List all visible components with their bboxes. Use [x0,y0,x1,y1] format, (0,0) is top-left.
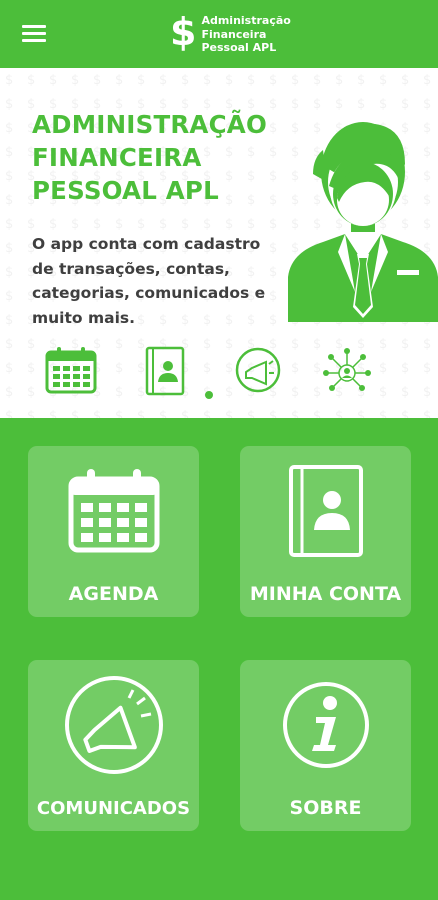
megaphone-icon [64,676,163,774]
dollar-logo-icon: $ [170,10,197,54]
megaphone-icon [235,347,281,393]
hero-title: ADMINISTRAÇÃO FINANCEIRA PESSOAL APL [32,108,267,207]
businessman-icon [288,122,438,322]
agenda-button[interactable]: AGENDA [28,446,199,617]
logo-line-2: Financeira [201,27,267,41]
hero-description: O app conta com cadastro de transações, … [32,235,266,327]
comunicados-button[interactable]: COMUNICADOS [28,660,199,831]
app-header: $ Administração Financeira Pessoal APL [0,0,438,68]
info-icon [282,682,369,768]
calendar-icon [68,469,159,553]
sobre-button[interactable]: SOBRE [240,660,411,831]
agenda-label: AGENDA [68,583,159,605]
logo-line-3: Pessoal APL [201,41,277,54]
minha-conta-button[interactable]: MINHA CONTA [240,446,411,617]
comunicados-label: COMUNICADOS [36,798,191,819]
feature-carousel[interactable] [0,346,438,402]
hamburger-menu-icon[interactable] [22,25,46,43]
hero-title-line-1: ADMINISTRAÇÃO [32,110,267,139]
main-menu-grid: AGENDA MINHA CONTA COMUNICADOS SOBRE [0,418,438,900]
hero-banner[interactable]: $ ADMINISTRAÇÃO FINANCEIRA PESSOAL APL O… [0,68,438,418]
calendar-icon [45,347,97,394]
carousel-page-indicator[interactable] [205,391,213,399]
logo-line-1: Administração [201,14,291,27]
contact-book-icon [145,346,185,396]
app-logo: $ Administração Financeira Pessoal APL [170,12,291,58]
minha-conta-label: MINHA CONTA [249,583,402,605]
sobre-label: SOBRE [289,797,362,819]
logo-text: Administração Financeira Pessoal APL [201,12,290,55]
hero-title-line-2: FINANCEIRA [32,143,202,172]
contact-book-icon [288,465,363,557]
network-icon [323,348,371,391]
hero-title-line-3: PESSOAL APL [32,176,219,205]
